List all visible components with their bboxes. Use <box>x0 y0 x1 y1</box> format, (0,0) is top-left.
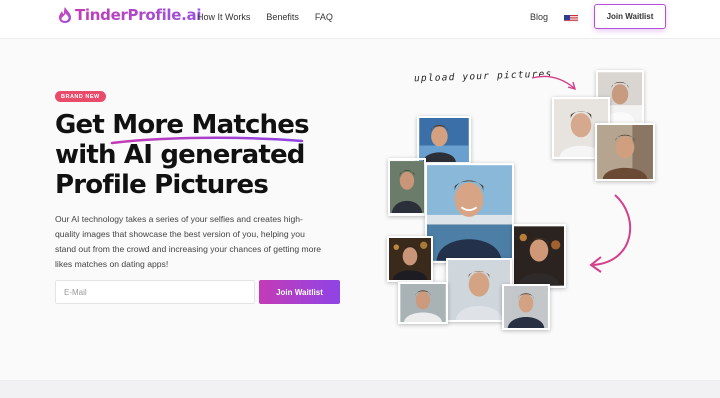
ai-portrait <box>388 158 426 216</box>
flame-icon <box>59 7 71 23</box>
headline-line-3: Profile Pictures <box>55 170 269 200</box>
brand-new-badge: BRAND NEW <box>55 91 106 102</box>
main-nav: How It Works Benefits FAQ <box>197 12 333 22</box>
join-waitlist-header-button[interactable]: Join Waitlist <box>594 4 666 29</box>
ai-portrait <box>417 116 471 164</box>
ai-portrait <box>512 224 566 288</box>
curved-arrow <box>589 194 632 273</box>
headline-underline-decoration <box>110 136 304 145</box>
logo-text: TinderProfile.ai <box>75 6 202 24</box>
upload-arrow <box>531 75 577 91</box>
hero-description: Our AI technology takes a series of your… <box>55 214 322 269</box>
logo[interactable]: TinderProfile.ai <box>58 4 202 26</box>
hero-headline: Get More Matches with AI generated Profi… <box>55 110 345 200</box>
ai-portrait <box>502 284 550 330</box>
nav-how-it-works[interactable]: How It Works <box>197 12 250 22</box>
ai-portrait-main <box>425 163 514 263</box>
nav-faq[interactable]: FAQ <box>315 12 333 22</box>
ai-portrait <box>398 282 448 324</box>
site-header: TinderProfile.ai How It Works Benefits F… <box>0 0 720 39</box>
selfie-photo <box>595 123 655 181</box>
email-input[interactable] <box>55 280 255 304</box>
join-waitlist-button[interactable]: Join Waitlist <box>259 280 340 304</box>
next-section-strip <box>0 380 720 398</box>
us-flag-icon[interactable] <box>564 12 578 22</box>
nav-benefits[interactable]: Benefits <box>266 12 299 22</box>
ai-portrait <box>387 236 433 282</box>
nav-blog[interactable]: Blog <box>530 12 548 22</box>
